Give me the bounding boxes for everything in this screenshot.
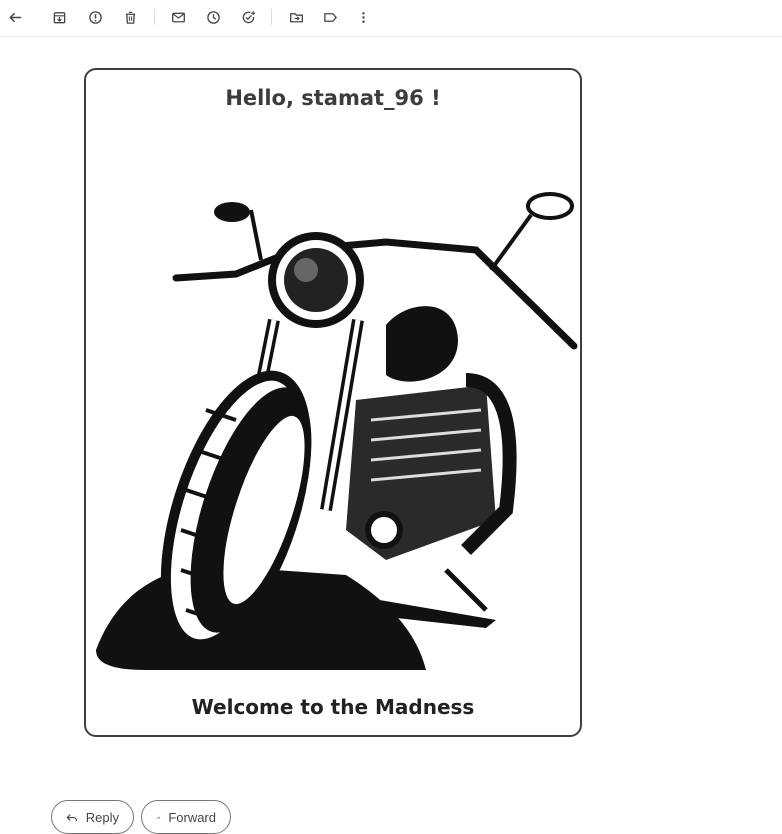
toolbar-divider — [154, 9, 155, 25]
toolbar-divider — [271, 9, 272, 25]
add-to-tasks-icon[interactable] — [238, 7, 258, 27]
label-icon[interactable] — [320, 7, 340, 27]
email-toolbar — [0, 0, 782, 37]
more-options-icon[interactable] — [353, 7, 373, 27]
email-card: Hello, stamat_96 ! Welcome to the Madnes… — [84, 68, 582, 737]
forward-label: Forward — [168, 810, 216, 825]
back-icon[interactable] — [5, 7, 25, 27]
archive-icon[interactable] — [49, 7, 69, 27]
reply-label: Reply — [85, 810, 119, 825]
forward-button[interactable]: Forward — [141, 800, 231, 834]
reply-button[interactable]: Reply — [51, 800, 134, 834]
greeting-heading: Hello, stamat_96 ! — [225, 86, 441, 110]
motorcycle-illustration — [96, 192, 578, 670]
report-spam-icon[interactable] — [85, 7, 105, 27]
reply-icon — [66, 814, 78, 821]
snooze-icon[interactable] — [203, 7, 223, 27]
move-to-icon[interactable] — [286, 7, 306, 27]
delete-icon[interactable] — [120, 7, 140, 27]
welcome-heading: Welcome to the Madness — [191, 695, 475, 719]
mark-unread-icon[interactable] — [168, 7, 188, 27]
forward-icon — [156, 816, 161, 820]
